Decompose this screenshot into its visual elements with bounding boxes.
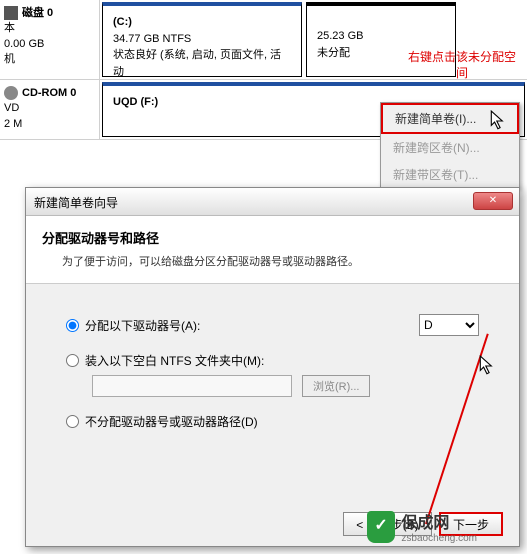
radio-assign-letter[interactable]: [66, 319, 79, 332]
browse-button: 浏览(R)...: [302, 375, 370, 397]
disk-size: 0.00 GB: [4, 37, 95, 52]
label-no-assign: 不分配驱动器号或驱动器路径(D): [85, 413, 258, 430]
wizard-dialog: 新建简单卷向导 ✕ 分配驱动器号和路径 为了便于访问，可以给磁盘分区分配驱动器号…: [25, 187, 520, 547]
radio-mount-folder[interactable]: [66, 354, 79, 367]
cdrom-name: CD-ROM 0: [22, 87, 76, 99]
menu-new-striped-volume[interactable]: 新建带区卷(T)...: [381, 161, 519, 188]
cdrom-size: 2 M: [4, 117, 95, 132]
partition-c[interactable]: (C:) 34.77 GB NTFS 状态良好 (系统, 启动, 页面文件, 活…: [102, 2, 302, 77]
watermark-url: zsbaocheng.com: [401, 533, 477, 544]
cursor-icon-2: [479, 355, 497, 380]
partition-c-label: (C:): [113, 16, 132, 28]
cdrom-info: CD-ROM 0 VD 2 M: [0, 80, 100, 139]
shield-icon: [367, 511, 395, 543]
disk-type: 本: [4, 21, 95, 36]
watermark: 保成网 zsbaocheng.com: [367, 509, 477, 544]
disk-name: 磁盘 0: [22, 7, 53, 19]
cdrom-type: VD: [4, 101, 95, 116]
disk-icon: [4, 6, 18, 20]
wizard-heading: 分配驱动器号和路径: [42, 228, 503, 247]
unalloc-size: 25.23 GB: [317, 28, 445, 45]
cursor-icon: [490, 110, 508, 135]
mount-path-input: [92, 375, 292, 397]
drive-letter-select[interactable]: D: [419, 314, 479, 336]
watermark-name: 保成网: [401, 515, 449, 532]
wizard-titlebar[interactable]: 新建简单卷向导 ✕: [26, 188, 519, 216]
wizard-subheading: 为了便于访问，可以给磁盘分区分配驱动器号或驱动器路径。: [42, 253, 503, 269]
partition-c-size: 34.77 GB NTFS: [113, 31, 291, 48]
annotation-text: 右键点击该未分配空间: [407, 50, 517, 81]
menu-new-spanned-volume[interactable]: 新建跨区卷(N)...: [381, 134, 519, 161]
wizard-header: 分配驱动器号和路径 为了便于访问，可以给磁盘分区分配驱动器号或驱动器路径。: [26, 216, 519, 284]
partition-c-status: 状态良好 (系统, 启动, 页面文件, 活动: [113, 47, 291, 80]
label-mount-folder: 装入以下空白 NTFS 文件夹中(M):: [85, 352, 264, 369]
disk-status: 机: [4, 52, 95, 67]
radio-no-assign[interactable]: [66, 415, 79, 428]
cdrom-icon: [4, 86, 18, 100]
label-assign-letter: 分配以下驱动器号(A):: [85, 317, 200, 334]
uqd-label: UQD (F:): [113, 96, 158, 108]
close-button[interactable]: ✕: [473, 192, 513, 210]
wizard-title: 新建简单卷向导: [34, 196, 118, 210]
disk-0-info: 磁盘 0 本 0.00 GB 机: [0, 0, 100, 79]
